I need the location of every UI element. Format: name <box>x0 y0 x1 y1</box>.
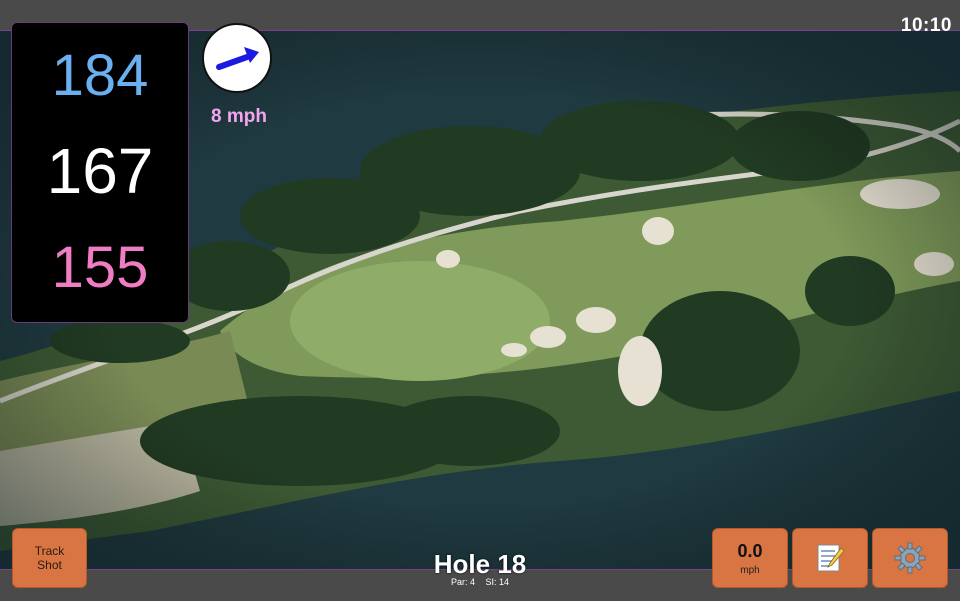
front-distance: 155 <box>51 235 149 300</box>
settings-button[interactable] <box>872 528 948 588</box>
speed-unit: mph <box>740 564 760 576</box>
hole-stroke-index: SI: 14 <box>485 577 510 587</box>
wind-speed: 8 mph <box>211 106 267 127</box>
wind-direction-dial <box>202 23 272 93</box>
track-shot-button[interactable]: Track Shot <box>12 528 87 588</box>
middle-distance: 167 <box>46 135 154 207</box>
back-distance: 184 <box>51 43 149 108</box>
gear-icon <box>894 542 926 574</box>
shot-speed-button[interactable]: 0.0 mph <box>712 528 788 588</box>
track-shot-label-line2: Shot <box>37 558 62 572</box>
memo-icon <box>817 544 845 572</box>
hole-par: Par: 4 <box>450 577 475 587</box>
distance-panel: 184 167 155 <box>11 22 189 323</box>
hole-info: Par: 4 SI: 14 <box>380 577 580 587</box>
notes-button[interactable] <box>792 528 868 588</box>
speed-value: 0.0 <box>737 540 763 561</box>
wind-arrow-icon <box>216 47 259 70</box>
track-shot-label-line1: Track <box>34 544 65 558</box>
hole-title: Hole 18 <box>433 549 527 579</box>
